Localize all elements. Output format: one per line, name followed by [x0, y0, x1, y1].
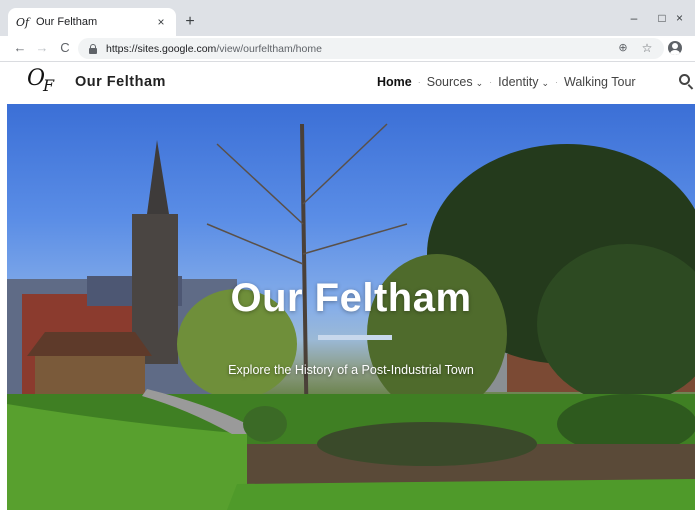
- site-navigation: Home · Sources ⌄ · Identity ⌄ · Walking To…: [377, 75, 636, 89]
- hero-title: Our Feltham: [230, 276, 472, 320]
- hero-foreground-lawn: [227, 479, 695, 510]
- window-maximize-button[interactable]: □: [650, 6, 674, 30]
- url-path: /view/ourfeltham/home: [216, 42, 322, 55]
- account-icon[interactable]: [668, 41, 682, 55]
- chevron-down-icon: ⌄: [541, 78, 549, 88]
- hero-branch: [206, 223, 304, 265]
- tab-title: Our Feltham: [36, 16, 98, 28]
- browser-tabstrip: Of Our Feltham × + – □ ×: [0, 0, 695, 36]
- kebab-menu-icon[interactable]: ⋮: [690, 41, 694, 57]
- hero-shrub: [243, 406, 287, 442]
- search-icon[interactable]: [679, 74, 695, 90]
- site-name[interactable]: Our Feltham: [75, 74, 166, 90]
- hero-banner: Our Feltham Explore the History of a Pos…: [7, 104, 695, 510]
- site-header: OF Our Feltham Home · Sources ⌄ · Identit…: [7, 62, 695, 104]
- hero-branch: [302, 223, 408, 255]
- window-minimize-button[interactable]: –: [622, 6, 646, 30]
- hero-divider: [318, 335, 392, 340]
- browser-tab[interactable]: Of Our Feltham ×: [8, 8, 176, 36]
- window-close-button[interactable]: ×: [676, 6, 695, 30]
- site-favicon-icon: Of: [16, 15, 30, 29]
- star-icon[interactable]: ☆: [639, 40, 655, 56]
- forward-button[interactable]: →: [32, 38, 52, 58]
- hero-branch: [216, 143, 304, 225]
- back-button[interactable]: ←: [10, 38, 30, 58]
- nav-item-walking-tour[interactable]: Walking Tour: [564, 75, 636, 89]
- hero-house-roof: [27, 332, 152, 356]
- nav-item-sources-label: Sources: [426, 75, 473, 89]
- logo-letter-o: O: [27, 66, 45, 91]
- hero-branch: [302, 123, 388, 205]
- nav-item-identity-label: Identity: [498, 75, 539, 89]
- site-logo[interactable]: OF: [27, 66, 54, 95]
- url-host: https://sites.google.com: [106, 42, 217, 55]
- nav-item-sources[interactable]: Sources ⌄: [427, 75, 483, 89]
- reload-button[interactable]: C: [55, 38, 75, 58]
- browser-toolbar: ← → C https://sites.google.com/view/ourf…: [0, 36, 695, 62]
- new-tab-button[interactable]: +: [180, 12, 200, 32]
- nav-separator: ·: [489, 77, 493, 87]
- hero-tagline: Explore the History of a Post-Industrial…: [228, 363, 474, 377]
- nav-separator: ·: [555, 77, 558, 87]
- address-bar[interactable]: https://sites.google.com/view/ourfeltham…: [78, 38, 664, 59]
- nav-separator: ·: [417, 77, 421, 87]
- lock-icon[interactable]: [88, 43, 98, 54]
- tab-close-icon[interactable]: ×: [154, 15, 168, 29]
- nav-item-home[interactable]: Home: [377, 75, 412, 89]
- logo-letter-f: F: [43, 76, 54, 95]
- hero-bushes: [317, 422, 537, 466]
- zoom-icon[interactable]: ⊕: [615, 40, 631, 56]
- nav-item-identity[interactable]: Identity ⌄: [498, 75, 549, 89]
- chevron-down-icon: ⌄: [475, 78, 484, 88]
- hero-spire: [147, 140, 169, 214]
